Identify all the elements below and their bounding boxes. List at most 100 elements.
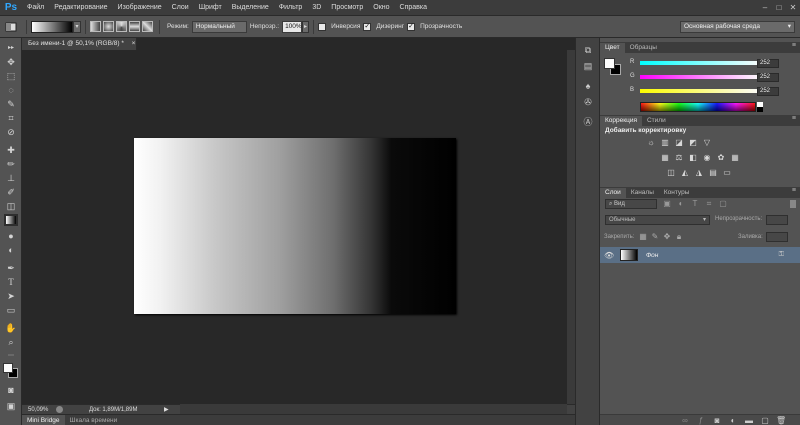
clone-stamp-tool-icon[interactable]: ⊥ xyxy=(4,172,18,184)
panel-menu-icon[interactable]: ≡ xyxy=(792,187,796,194)
canvas[interactable] xyxy=(134,138,456,314)
blue-value[interactable]: 252 xyxy=(757,87,779,96)
lock-position-icon[interactable]: ✥ xyxy=(662,232,672,242)
color-balance-icon[interactable]: ⚖ xyxy=(674,153,684,163)
close-window-button[interactable]: ✕ xyxy=(786,0,800,16)
threshold-icon[interactable]: ◮ xyxy=(694,168,704,178)
panel-menu-icon[interactable]: ≡ xyxy=(792,115,796,122)
vibrance-icon[interactable]: ▽ xyxy=(702,138,712,148)
layer-filter-select[interactable]: ⌕ Вид xyxy=(605,199,657,209)
filter-smart-object-icon[interactable]: ▢ xyxy=(718,199,728,209)
color-panel-swatches[interactable] xyxy=(604,58,622,76)
color-lookup-icon[interactable]: ▦ xyxy=(730,153,740,163)
status-info-icon[interactable] xyxy=(56,406,63,413)
character-panel-icon[interactable]: Ⓐ xyxy=(582,116,594,128)
menu-type[interactable]: Шрифт xyxy=(194,0,227,16)
red-value[interactable]: 252 xyxy=(757,59,779,68)
tab-adjustments[interactable]: Коррекция xyxy=(600,116,642,126)
green-slider[interactable] xyxy=(640,75,760,79)
transparency-checkbox[interactable]: ✓ xyxy=(407,22,416,31)
filter-adjustment-icon[interactable]: ◐ xyxy=(676,199,686,209)
blend-mode-select[interactable]: Обычные ▾ xyxy=(605,215,710,225)
posterize-icon[interactable]: ◭ xyxy=(680,168,690,178)
tab-swatches[interactable]: Образцы xyxy=(625,43,662,53)
panel-menu-icon[interactable]: ≡ xyxy=(792,42,796,49)
hue-saturation-icon[interactable]: ▦ xyxy=(660,153,670,163)
document-tab[interactable]: Без имени-1 @ 50,1% (RGB/8) * × xyxy=(22,38,137,50)
path-selection-tool-icon[interactable]: ➤ xyxy=(4,290,18,302)
gradient-dropdown-icon[interactable]: ▾ xyxy=(73,20,81,33)
close-tab-icon[interactable]: × xyxy=(132,40,136,47)
more-tools-icon[interactable]: ⋯ xyxy=(4,350,18,362)
marquee-tool-icon[interactable]: ⬚ xyxy=(4,70,18,82)
filter-toggle[interactable] xyxy=(790,200,796,208)
blue-slider[interactable] xyxy=(640,89,760,93)
type-tool-icon[interactable]: T xyxy=(4,276,18,288)
gradient-tool-preset-icon[interactable] xyxy=(0,22,22,32)
tab-layers[interactable]: Слои xyxy=(600,188,626,198)
lasso-tool-icon[interactable]: ◌ xyxy=(4,84,18,96)
quick-selection-tool-icon[interactable]: ✎ xyxy=(4,98,18,110)
menu-select[interactable]: Выделение xyxy=(227,0,274,16)
layer-row-background[interactable]: 👁︎ Фон ⚿ xyxy=(600,247,800,263)
delete-layer-icon[interactable]: 🗑︎ xyxy=(776,416,786,425)
opacity-input[interactable]: 100% xyxy=(282,20,303,33)
move-tool-icon[interactable]: ✥ xyxy=(4,56,18,68)
lock-transparent-icon[interactable]: ▦ xyxy=(638,232,648,242)
tab-styles[interactable]: Стили xyxy=(642,116,671,126)
menu-view[interactable]: Просмотр xyxy=(326,0,368,16)
pen-tool-icon[interactable]: ✒ xyxy=(4,262,18,274)
eyedropper-tool-icon[interactable]: ⊘ xyxy=(4,126,18,138)
levels-icon[interactable]: ▥ xyxy=(660,138,670,148)
gradient-tool-icon[interactable] xyxy=(4,214,18,226)
radial-gradient-icon[interactable] xyxy=(103,21,114,32)
mode-select[interactable]: Нормальный xyxy=(191,20,247,33)
menu-3d[interactable]: 3D xyxy=(307,0,326,16)
quick-mask-icon[interactable]: ◙ xyxy=(4,384,18,396)
layer-name[interactable]: Фон xyxy=(646,252,658,259)
zoom-tool-icon[interactable]: ⌕ xyxy=(4,336,18,348)
tab-channels[interactable]: Каналы xyxy=(626,188,659,198)
minimize-button[interactable]: – xyxy=(758,0,772,16)
black-white-icon[interactable]: ◧ xyxy=(688,153,698,163)
new-layer-icon[interactable]: ▢ xyxy=(760,416,770,425)
reflected-gradient-icon[interactable] xyxy=(129,21,140,32)
linear-gradient-icon[interactable] xyxy=(90,21,101,32)
red-slider[interactable] xyxy=(640,61,760,65)
collapse-toolbar-icon[interactable]: ▸▸ xyxy=(4,42,18,54)
color-spectrum[interactable] xyxy=(640,102,756,112)
green-value[interactable]: 252 xyxy=(757,73,779,82)
healing-brush-tool-icon[interactable]: ✚ xyxy=(4,144,18,156)
horizontal-scrollbar[interactable] xyxy=(180,404,567,414)
brightness-contrast-icon[interactable]: ☼ xyxy=(646,138,656,148)
spectrum-black-swatch[interactable] xyxy=(757,107,763,112)
fg-color-swatch[interactable] xyxy=(604,58,615,69)
blur-tool-icon[interactable]: ● xyxy=(4,230,18,242)
link-layers-icon[interactable]: ∞ xyxy=(680,416,690,425)
fill-input[interactable] xyxy=(766,232,788,242)
add-mask-icon[interactable]: ◙ xyxy=(712,416,722,425)
tab-mini-bridge[interactable]: Mini Bridge xyxy=(22,414,65,425)
curves-icon[interactable]: ◪ xyxy=(674,138,684,148)
color-swatches[interactable] xyxy=(3,363,19,379)
layer-opacity-input[interactable] xyxy=(766,215,788,225)
history-panel-icon[interactable]: ⧉ xyxy=(582,44,594,56)
selective-color-icon[interactable]: ▤ xyxy=(708,168,718,178)
filter-pixel-icon[interactable]: ▣ xyxy=(662,199,672,209)
menu-file[interactable]: Файл xyxy=(22,0,49,16)
diamond-gradient-icon[interactable] xyxy=(142,21,153,32)
photo-filter-icon[interactable]: ◉ xyxy=(702,153,712,163)
maximize-button[interactable]: □ xyxy=(772,0,786,16)
menu-filter[interactable]: Фильтр xyxy=(274,0,308,16)
lock-all-icon[interactable]: 🔒︎ xyxy=(674,232,684,242)
gradient-picker[interactable] xyxy=(31,20,73,33)
brush-presets-icon[interactable]: ♠ xyxy=(582,80,594,92)
menu-edit[interactable]: Редактирование xyxy=(49,0,112,16)
reverse-checkbox[interactable] xyxy=(318,22,327,31)
exposure-icon[interactable]: ◩ xyxy=(688,138,698,148)
visibility-eye-icon[interactable]: 👁︎ xyxy=(604,251,616,260)
workspace-select[interactable]: Основная рабочая среда ▾ xyxy=(680,21,795,33)
lock-image-icon[interactable]: ✎ xyxy=(650,232,660,242)
foreground-color-swatch[interactable] xyxy=(3,363,13,373)
status-menu-arrow-icon[interactable]: ▶ xyxy=(164,406,169,413)
